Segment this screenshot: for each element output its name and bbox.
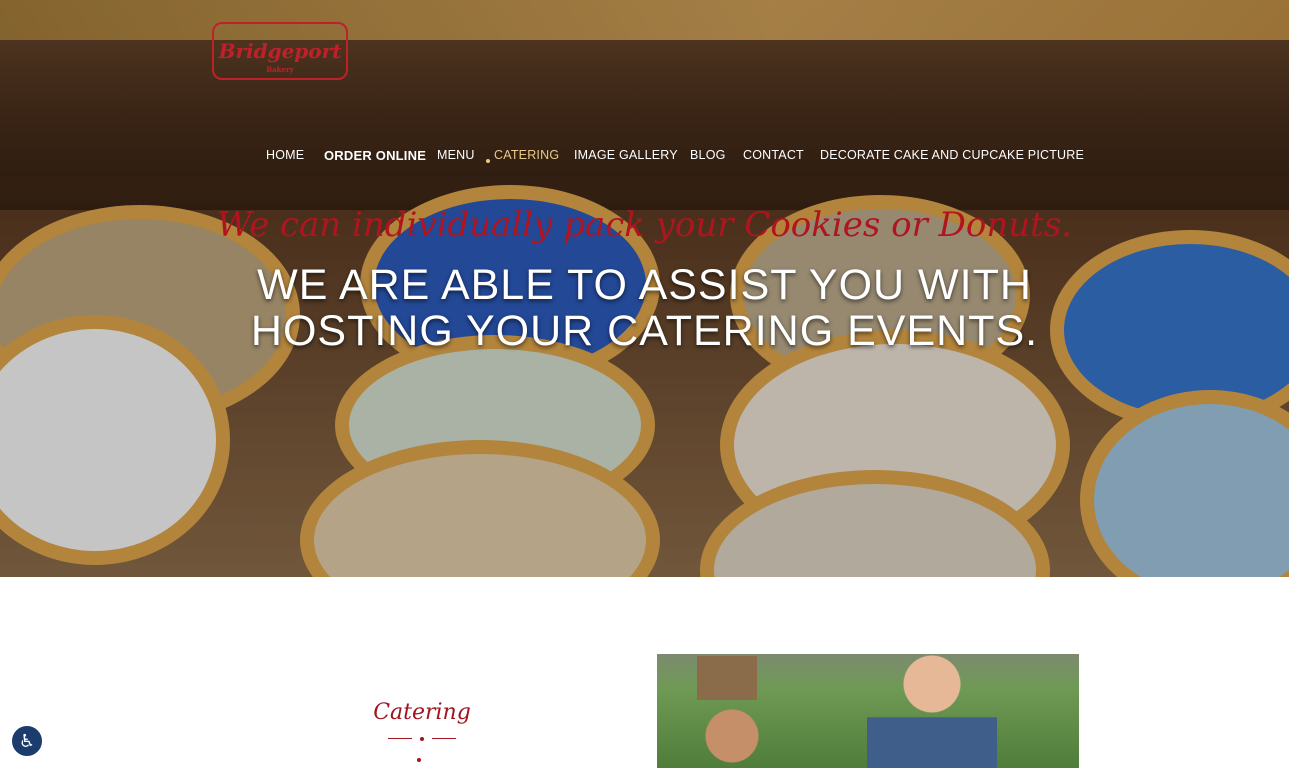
photo-woman <box>867 654 997 768</box>
catering-photo <box>657 654 1079 768</box>
nav-catering[interactable]: CATERING <box>494 148 559 162</box>
section-divider <box>388 737 456 741</box>
photo-playhouse <box>697 656 757 700</box>
nav-decorate-cake[interactable]: DECORATE CAKE AND CUPCAKE PICTURE <box>820 148 1084 162</box>
divider-line-left <box>388 738 412 739</box>
photo-child <box>687 706 777 768</box>
hero-headline-line1: WE ARE ABLE TO ASSIST YOU WITH <box>257 261 1032 309</box>
divider-dot-lower <box>417 758 421 762</box>
nav-image-gallery[interactable]: IMAGE GALLERY <box>574 148 678 162</box>
section-title: Catering <box>373 700 471 725</box>
main-nav: HOME ORDER ONLINE MENU CATERING IMAGE GA… <box>0 148 1289 166</box>
nav-home[interactable]: HOME <box>266 148 304 162</box>
nav-contact[interactable]: CONTACT <box>743 148 804 162</box>
hero-headline-line2: HOSTING YOUR CATERING EVENTS. <box>250 307 1039 355</box>
divider-dot <box>420 737 424 741</box>
hero-tagline: We can individually pack your Cookies or… <box>216 205 1073 245</box>
logo-text: Bridgeport <box>218 39 342 63</box>
logo-subtext: Bakery <box>266 65 294 74</box>
nav-blog[interactable]: BLOG <box>690 148 726 162</box>
accessibility-button[interactable]: ♿ <box>10 724 44 758</box>
nav-active-indicator <box>486 159 490 163</box>
accessibility-icon: ♿ <box>18 730 36 752</box>
divider-line-right <box>432 738 456 739</box>
bridgeport-logo[interactable]: Bridgeport Bakery <box>212 22 348 80</box>
nav-menu[interactable]: MENU <box>437 148 475 162</box>
nav-order-online[interactable]: ORDER ONLINE <box>324 148 426 163</box>
hero-headline: WE ARE ABLE TO ASSIST YOU WITH HOSTING Y… <box>0 262 1289 354</box>
